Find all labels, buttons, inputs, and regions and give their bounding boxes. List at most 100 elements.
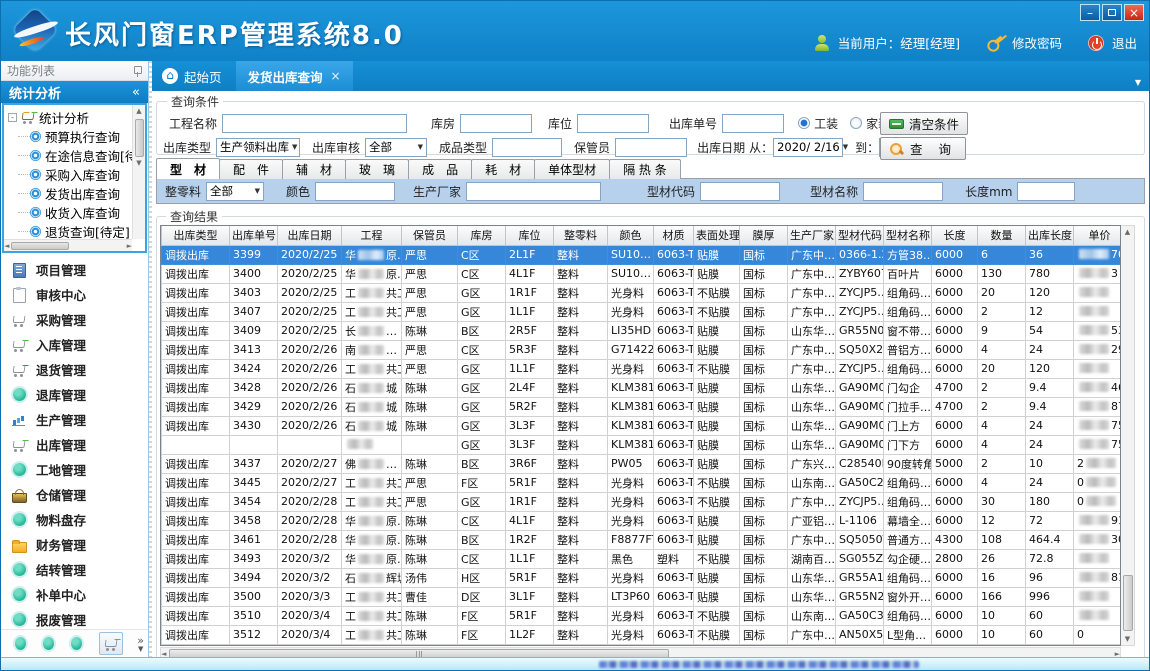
table-row[interactable]: 调拨出库34612020/2/28华原…陈琳B区1R2F整料F8877FT606… [162, 530, 1122, 549]
whole-piece-select[interactable]: 全部▼ [206, 182, 264, 201]
table-row[interactable]: 调拨出库34542020/2/28工共工程严思G区1R1F整料光身料6063-T… [162, 492, 1122, 511]
order-no-input[interactable] [722, 114, 784, 133]
scroll-left-icon[interactable]: ◄ [4, 240, 9, 252]
tree-expander-icon[interactable]: - [8, 113, 17, 122]
profile-code-input[interactable] [700, 182, 780, 201]
column-header[interactable]: 工程 [342, 226, 402, 245]
table-row[interactable]: 调拨出库35122020/3/4工共工程陈琳F区1L2F整料光身料6063-T5… [162, 625, 1122, 644]
material-tab[interactable]: 成 品 [408, 159, 472, 179]
tree-item[interactable]: 预算执行查询 [18, 127, 132, 146]
column-header[interactable]: 出库单号 [230, 226, 278, 245]
radio-gongzhuang[interactable] [798, 117, 810, 129]
close-button[interactable]: × [1124, 4, 1144, 21]
table-row[interactable]: 调拨出库34072020/2/25工共工程严思G区1L1F整料光身料6063-T… [162, 302, 1122, 321]
scroll-thumb[interactable] [1123, 575, 1133, 631]
column-header[interactable]: 生产厂家 [788, 226, 836, 245]
tree-item[interactable]: 采购入库查询 [18, 165, 132, 184]
scroll-up-icon[interactable]: ▲ [136, 105, 141, 117]
tree-item[interactable]: 在途信息查询[待 [18, 146, 132, 165]
length-input[interactable] [1017, 182, 1075, 201]
tree-horizontal-scrollbar[interactable]: ◄ ► [4, 239, 132, 251]
scroll-up-icon[interactable]: ▲ [1125, 226, 1130, 238]
search-button[interactable]: 查 询 [880, 137, 966, 160]
table-horizontal-scrollbar[interactable]: ◄ ► [160, 647, 1121, 658]
clear-conditions-button[interactable]: 清空条件 [880, 112, 968, 135]
table-row[interactable]: 调拨出库33992020/2/25华原…严思C区2L1F整料SU10…6063-… [162, 245, 1122, 264]
sidebar-item-folder[interactable]: 财务管理 [1, 532, 148, 557]
minimize-button[interactable]: – [1080, 4, 1100, 21]
sidebar-item-dot[interactable]: 退库管理 [1, 382, 148, 407]
radio-gongzhuang-label[interactable]: 工装 [814, 115, 838, 132]
section-header-statistics[interactable]: 统计分析 « [1, 81, 148, 103]
column-header[interactable]: 库房 [458, 226, 506, 245]
change-password-link[interactable]: 修改密码 [1012, 33, 1062, 52]
column-header[interactable]: 颜色 [608, 226, 654, 245]
scroll-down-icon[interactable]: ▼ [136, 157, 141, 169]
table-row[interactable]: 调拨出库34282020/2/26石城陈琳G区2L4F整料KLM38176063… [162, 378, 1122, 397]
expand-chevron[interactable]: »▼ [137, 635, 144, 653]
column-header[interactable]: 出库长度 [1026, 226, 1074, 245]
scroll-down-icon[interactable]: ▼ [1125, 633, 1130, 645]
audit-select[interactable]: 全部▼ [365, 138, 427, 157]
sidebar-item-dot[interactable]: 补单中心 [1, 582, 148, 607]
tree-item[interactable]: 收货入库查询 [18, 203, 132, 222]
material-tab[interactable]: 辅 材 [282, 159, 346, 179]
sidebar-item-cart-in[interactable]: 入库管理 [1, 332, 148, 357]
date-from-select[interactable]: 2020/ 2/16▼ [773, 138, 843, 157]
column-header[interactable]: 长度 [932, 226, 978, 245]
tree-vertical-scrollbar[interactable]: ▲ ▼ [132, 105, 145, 239]
tab-home[interactable]: ⌂ 起始页 [152, 61, 236, 91]
color-input[interactable] [315, 182, 395, 201]
sidebar-item-cart[interactable]: 采购管理 [1, 307, 148, 332]
scroll-left-icon[interactable]: ◄ [161, 648, 166, 658]
table-row[interactable]: 调拨出库35002020/3/3工共工程曹佳D区3L1F整料LT3P606063… [162, 587, 1122, 606]
scroll-thumb[interactable] [11, 242, 69, 250]
sidebar-item-dot[interactable]: 报废管理 [1, 607, 148, 629]
pin-icon[interactable] [132, 65, 142, 77]
column-header[interactable]: 保管员 [402, 226, 458, 245]
toolbar-dot-icon[interactable] [43, 637, 54, 650]
table-vertical-scrollbar[interactable]: ▲ ▼ [1121, 225, 1135, 646]
location-input[interactable] [577, 114, 649, 133]
maximize-button[interactable] [1102, 4, 1122, 21]
table-row[interactable]: 调拨出库34292020/2/26石城陈琳G区5R2F整料KLM38176063… [162, 397, 1122, 416]
column-header[interactable]: 表面处理 [694, 226, 740, 245]
tab-overflow-icon[interactable]: ▼ [1135, 78, 1141, 87]
tree-item[interactable]: 发货出库查询 [18, 184, 132, 203]
table-row[interactable]: 调拨出库34942020/3/2石辉城汤伟H区5R1F整料光身料6063-T5贴… [162, 568, 1122, 587]
sidebar-item-basket[interactable]: 仓储管理 [1, 482, 148, 507]
sidebar-item-book[interactable]: 项目管理 [1, 257, 148, 282]
column-header[interactable]: 数量 [978, 226, 1026, 245]
scroll-thumb[interactable] [169, 649, 669, 658]
radio-jiazhuang[interactable] [850, 117, 862, 129]
sidebar-item-clipboard[interactable]: 审核中心 [1, 282, 148, 307]
sidebar-item-dot[interactable]: 结转管理 [1, 557, 148, 582]
table-row[interactable]: 调拨出库34242020/2/26工共工程严思G区1L1F整料光身料6063-T… [162, 359, 1122, 378]
material-tab[interactable]: 隔 热 条 [609, 159, 681, 179]
tab-shipment-query[interactable]: 发货出库查询 × [236, 61, 353, 91]
sidebar-item-cart-return[interactable]: 退货管理 [1, 357, 148, 382]
project-name-input[interactable] [222, 114, 407, 133]
table-row[interactable]: 调拨出库34932020/3/2华原…陈琳C区1L1F整料黑色塑料不贴膜国标湖南… [162, 549, 1122, 568]
table-row[interactable]: 调拨出库34372020/2/27佛…陈琳B区3R6F整料PW056063-T5… [162, 454, 1122, 473]
column-header[interactable]: 型材名称 [884, 226, 932, 245]
table-row[interactable]: G区3L3F整料KLM38176063-T5贴膜国标山东华…GA90M09.门下… [162, 435, 1122, 454]
material-tab[interactable]: 玻 璃 [345, 159, 409, 179]
logout-link[interactable]: 退出 [1112, 33, 1137, 52]
toolbar-dot-icon[interactable] [71, 637, 82, 650]
table-row[interactable]: 调拨出库34092020/2/25长…陈琳B区2R5F整料LI35HD6063-… [162, 321, 1122, 340]
material-tab[interactable]: 配 件 [219, 159, 283, 179]
sidebar-item-dot[interactable]: 物料盘存 [1, 507, 148, 532]
column-header[interactable]: 整零料 [554, 226, 608, 245]
column-header[interactable]: 出库类型 [162, 226, 230, 245]
sidebar-item-cart-out[interactable]: 出库管理 [1, 432, 148, 457]
column-header[interactable]: 单价 [1074, 226, 1122, 245]
scroll-right-icon[interactable]: ► [127, 240, 132, 252]
tree-root-item[interactable]: - 统计分析 [8, 107, 132, 127]
tree-item[interactable]: 退货查询[待定] [18, 222, 132, 239]
manufacturer-input[interactable] [466, 182, 601, 201]
warehouse-input[interactable] [460, 114, 532, 133]
product-type-input[interactable] [492, 138, 562, 157]
sidebar-item-dot[interactable]: 工地管理 [1, 457, 148, 482]
collapse-icon[interactable]: « [132, 85, 140, 100]
